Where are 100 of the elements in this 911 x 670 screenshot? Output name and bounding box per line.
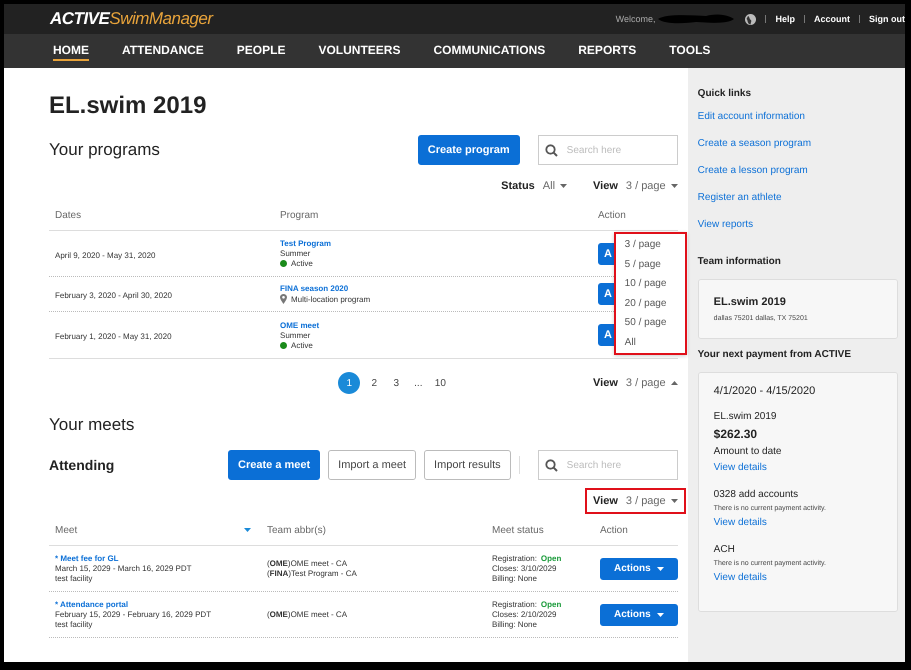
quick-link[interactable]: View reports [698, 219, 898, 230]
nav-tab[interactable]: COMMUNICATIONS [433, 41, 546, 61]
quick-link[interactable]: Edit account information [698, 111, 898, 122]
section-subtitle: Attending [49, 457, 114, 473]
quick-link[interactable]: Create a season program [698, 138, 898, 149]
search-box[interactable]: Search here [538, 135, 678, 165]
header-link[interactable]: Help [775, 14, 795, 24]
table-cell: February 1, 2020 - May 31, 2020 [55, 332, 172, 341]
registration-status: Open [540, 554, 562, 563]
table-cell: February 3, 2020 - April 30, 2020 [55, 291, 172, 300]
page-link[interactable]: 10 [432, 372, 448, 394]
team-text: (OME)OME meet - CA [267, 559, 348, 568]
nav-tab[interactable]: TOOLS [669, 41, 710, 61]
caret-icon [670, 499, 678, 503]
caret-icon [560, 184, 568, 188]
section-title: Your meets [49, 415, 136, 435]
account-name: 0328 add accounts [714, 489, 800, 500]
view-details-link[interactable]: View details [714, 572, 882, 583]
column-header: Meet [55, 524, 78, 536]
welcome-text: Welcome, [616, 14, 656, 24]
view-details-link[interactable]: View details [714, 462, 882, 473]
globe-icon [745, 14, 756, 24]
page-size-dropdown[interactable]: 3 / page [626, 495, 678, 507]
page-link[interactable]: 1 [338, 372, 360, 394]
registration-label: Registration: [492, 600, 537, 609]
status-dropdown[interactable]: All [542, 180, 568, 192]
column-header: Action [597, 210, 627, 220]
page-link[interactable]: 3 [388, 372, 404, 394]
quick-link[interactable]: Register an athlete [698, 192, 898, 203]
program-link[interactable]: OME meet [280, 320, 592, 330]
facility-text: test facility [55, 620, 94, 629]
table-cell: April 9, 2020 - May 31, 2020 [55, 250, 156, 260]
search-icon [544, 144, 558, 156]
meet-button[interactable]: Import a meet [328, 450, 416, 480]
caret-icon [656, 612, 664, 616]
menu-item[interactable]: 3 / page [624, 237, 677, 252]
billing-text: Billing: None [492, 620, 538, 629]
meet-dates: February 15, 2029 - February 16, 2029 PDT [55, 610, 212, 619]
view-label: View [593, 495, 618, 507]
meet-button[interactable]: Import results [424, 450, 511, 480]
column-header: Team abbr(s) [267, 524, 326, 536]
team-text: (OME)OME meet - CA [267, 610, 348, 619]
program-link[interactable]: FINA season 2020 [280, 284, 592, 293]
search-box[interactable]: Search here [538, 450, 678, 480]
menu-item[interactable]: 10 / page [624, 276, 677, 292]
column-header: Meet status [492, 524, 544, 536]
amount-label: Amount to date [714, 446, 782, 457]
payment-amount: $262.30 [714, 427, 758, 441]
column-header: Dates [54, 210, 82, 220]
facility-text: test facility [55, 574, 94, 583]
sidebar-title: Quick links [698, 88, 752, 99]
season-text: Summer [280, 249, 312, 258]
header-link[interactable]: Sign out [869, 14, 905, 24]
sidebar-title: Team information [698, 256, 782, 267]
column-header: Program [279, 210, 320, 220]
create-program-button[interactable]: Create program [418, 135, 520, 165]
menu-item[interactable]: 20 / page [624, 296, 677, 311]
page-link[interactable]: ... [410, 372, 426, 394]
column-header: Action [600, 524, 628, 536]
page-link[interactable]: 2 [366, 372, 382, 394]
actions-button[interactable]: Actions [600, 604, 678, 626]
menu-item[interactable]: All [624, 334, 677, 350]
account-name: EL.swim 2019 [714, 411, 778, 422]
meet-link[interactable]: * Meet fee for GL [55, 554, 261, 563]
pin-icon [280, 294, 287, 304]
nav-tab[interactable]: PEOPLE [236, 41, 286, 61]
nav-tab[interactable]: HOME [53, 41, 89, 61]
season-text: Summer [280, 330, 312, 340]
nav-tab[interactable]: VOLUNTEERS [318, 41, 400, 61]
account-name: ACH [714, 544, 736, 555]
nav-tab[interactable]: REPORTS [578, 41, 636, 61]
registration-status: Open [540, 600, 562, 609]
header-link[interactable]: Account [814, 14, 850, 24]
caret-icon [656, 566, 664, 570]
status-text: Active [291, 340, 313, 350]
meet-button[interactable]: Create a meet [228, 450, 320, 480]
nav-tab[interactable]: ATTENDANCE [122, 41, 204, 61]
registration-label: Registration: [492, 554, 537, 563]
program-link[interactable]: Test Program [280, 239, 592, 248]
page-size-dropdown[interactable]: 3 / page [626, 180, 678, 192]
view-details-link[interactable]: View details [714, 517, 882, 528]
view-label: View [593, 377, 618, 389]
page-size-dropdown[interactable]: 3 / page [626, 377, 678, 389]
closes-text: Closes: 3/10/2029 [492, 564, 558, 573]
team-name: EL.swim 2019 [714, 296, 787, 308]
menu-item[interactable]: 50 / page [624, 315, 677, 330]
page-title: EL.swim 2019 [49, 92, 208, 120]
team-text: (FINA)Test Program - CA [267, 569, 358, 578]
quick-link[interactable]: Create a lesson program [698, 165, 898, 176]
logo[interactable]: ACTIVESwimManager [50, 9, 212, 29]
billing-text: Billing: None [492, 574, 538, 583]
section-title: Your programs [49, 140, 160, 160]
status-label: Status [501, 180, 535, 192]
search-icon [544, 458, 558, 472]
actions-button[interactable]: Actions [600, 558, 678, 580]
payment-period: 4/1/2020 - 4/15/2020 [714, 385, 816, 397]
menu-item[interactable]: 5 / page [624, 256, 677, 272]
view-label: View [593, 180, 618, 192]
status-text: Active [291, 259, 313, 268]
meet-link[interactable]: * Attendance portal [55, 600, 261, 609]
